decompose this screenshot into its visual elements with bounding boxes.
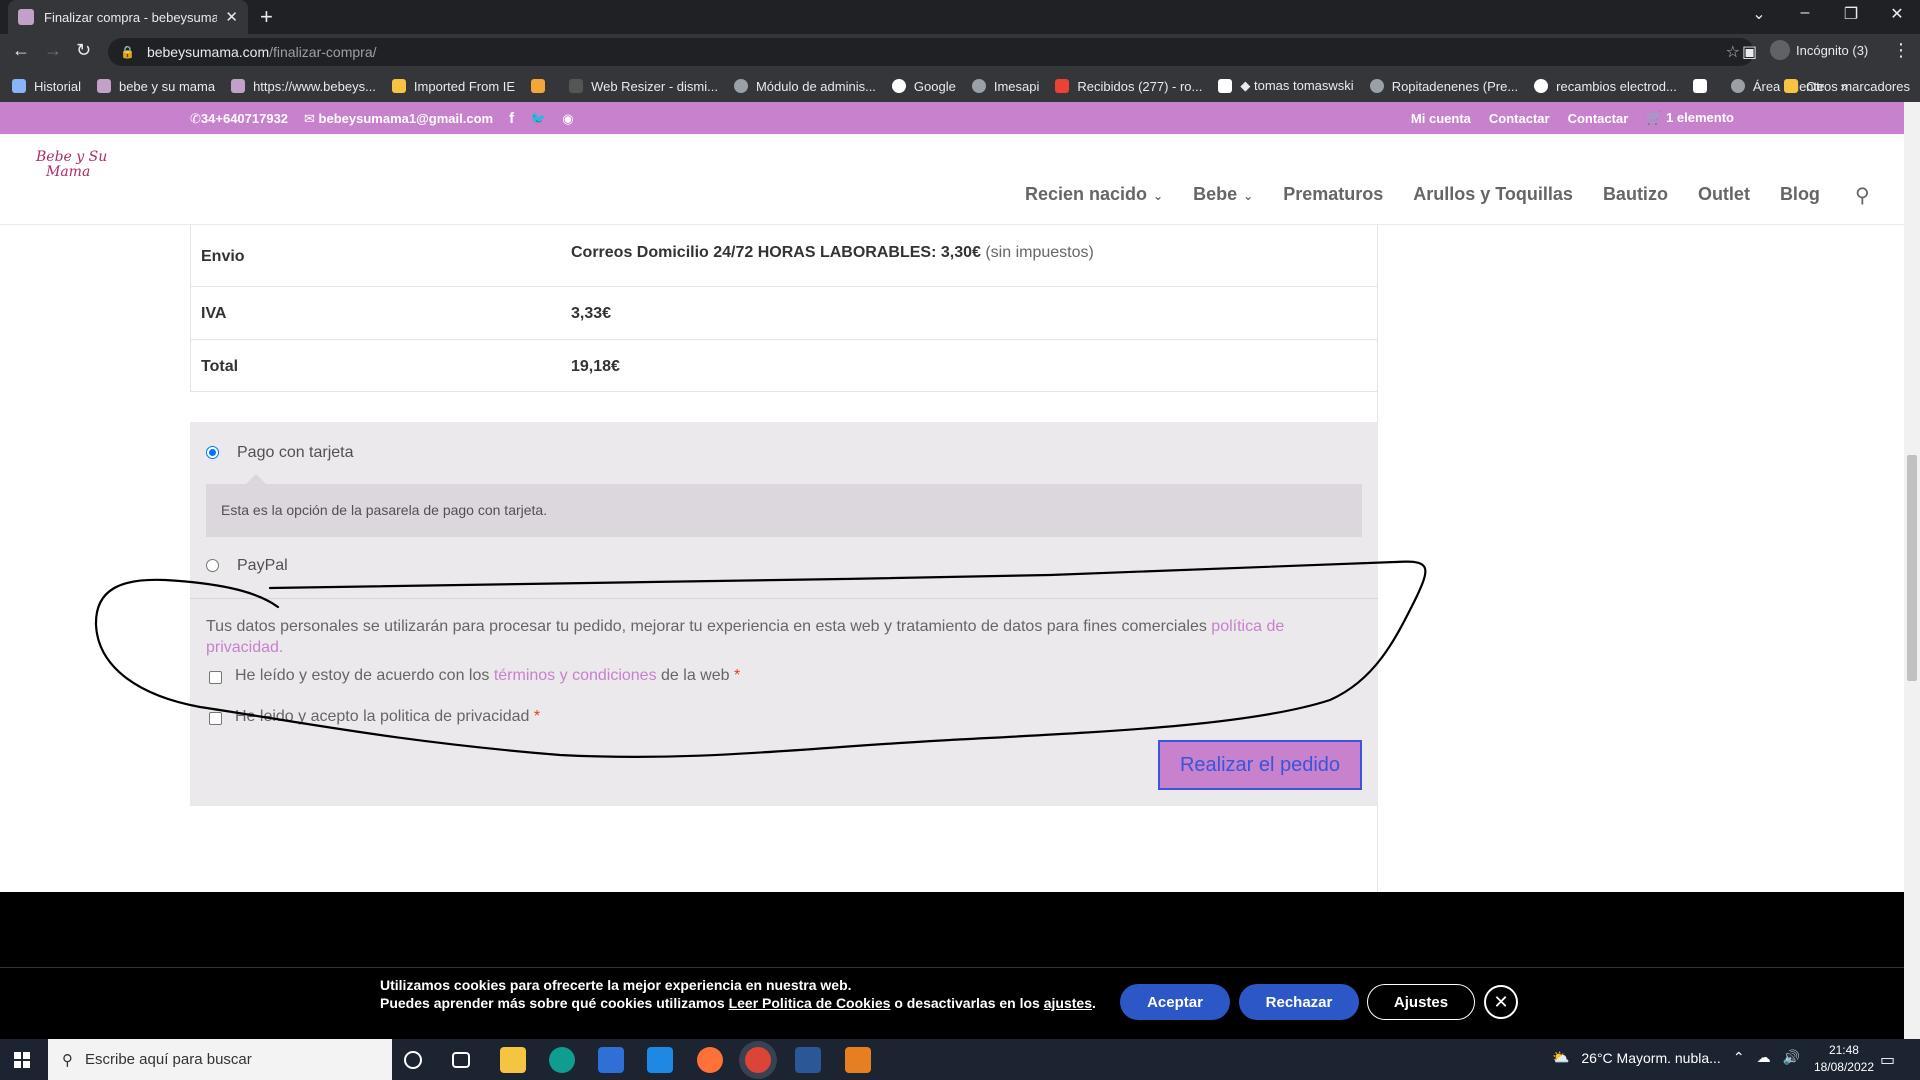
taskbar-search-placeholder: Escribe aquí para buscar xyxy=(85,1051,252,1068)
accept-cookies-button[interactable]: Aceptar xyxy=(1120,984,1230,1020)
scrollbar-thumb[interactable] xyxy=(1907,455,1917,681)
site-footer xyxy=(0,892,1904,967)
cookie-policy-link[interactable]: Leer Politica de Cookies xyxy=(729,995,891,1011)
chrome-icon[interactable] xyxy=(745,1047,771,1073)
weather-text[interactable]: 26°C Mayorm. nubla... xyxy=(1581,1050,1720,1066)
weather-icon[interactable]: ⛅ xyxy=(1552,1049,1569,1066)
taskbar-search[interactable]: ⚲ Escribe aquí para buscar xyxy=(48,1039,392,1080)
chevron-up-icon[interactable]: ⌃ xyxy=(1733,1049,1745,1066)
volume-icon[interactable]: 🔊 xyxy=(1783,1049,1800,1066)
mail-icon[interactable] xyxy=(647,1047,673,1073)
cortana-icon[interactable] xyxy=(404,1051,422,1069)
reject-cookies-button[interactable]: Rechazar xyxy=(1239,984,1359,1020)
search-icon: ⚲ xyxy=(62,1051,73,1069)
cookie-settings-link[interactable]: ajustes xyxy=(1044,995,1092,1011)
close-icon[interactable]: ✕ xyxy=(1484,985,1518,1019)
word-icon[interactable] xyxy=(795,1047,821,1073)
windows-start-icon[interactable] xyxy=(14,1052,30,1068)
network-icon[interactable]: ☁ xyxy=(1757,1049,1771,1066)
app-icon[interactable] xyxy=(845,1047,871,1073)
annotation-stroke xyxy=(94,560,1427,758)
file-explorer-icon[interactable] xyxy=(500,1047,526,1073)
edge-icon[interactable] xyxy=(549,1047,575,1073)
store-icon[interactable] xyxy=(598,1047,624,1073)
taskbar-clock[interactable]: 21:48 18/08/2022 xyxy=(1814,1042,1874,1076)
cookie-settings-button[interactable]: Ajustes xyxy=(1367,984,1475,1020)
notifications-icon[interactable]: ▭ xyxy=(1880,1050,1895,1070)
cookie-message: Utilizamos cookies para ofrecerte la mej… xyxy=(380,977,1096,1011)
firefox-icon[interactable] xyxy=(697,1047,723,1073)
task-view-icon[interactable] xyxy=(452,1052,470,1068)
